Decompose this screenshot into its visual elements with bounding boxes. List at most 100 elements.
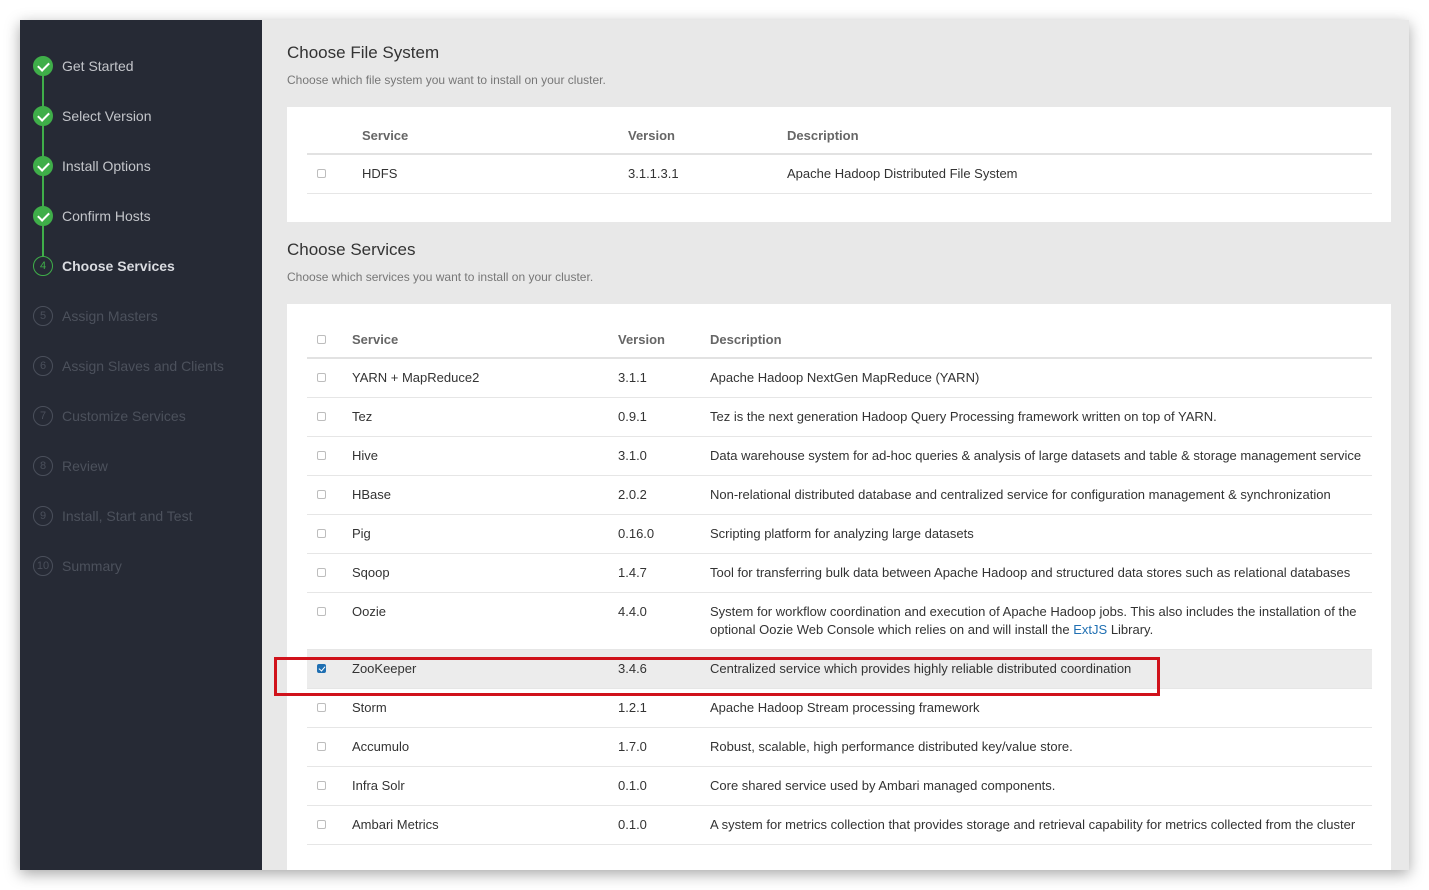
step-number-circle: 5 <box>33 306 53 326</box>
table-row[interactable]: Oozie 4.4.0 System for workflow coordinati… <box>307 592 1372 650</box>
table-row[interactable]: Accumulo 1.7.0 Robust, scalable, high perf… <box>307 727 1372 767</box>
service-description: A system for metrics collection that pro… <box>710 817 1356 832</box>
service-checkbox[interactable] <box>317 412 326 421</box>
column-service: Service <box>362 117 628 155</box>
wizard-step-assign-masters: 5 Assign Masters <box>20 301 158 331</box>
wizard-step-label: Install, Start and Test <box>62 508 193 524</box>
service-description: Tez is the next generation Hadoop Query … <box>710 409 1217 424</box>
service-version: 2.0.2 <box>618 487 647 502</box>
step-number-circle: 4 <box>33 256 53 276</box>
step-number-circle: 7 <box>33 406 53 426</box>
extjs-link[interactable]: ExtJS <box>1073 622 1107 637</box>
wizard-step-choose-services[interactable]: 4 Choose Services <box>20 251 175 281</box>
check-circle-icon <box>33 156 53 176</box>
step-number-circle: 6 <box>33 356 53 376</box>
service-checkbox[interactable] <box>317 742 326 751</box>
service-service: Accumulo <box>352 739 410 754</box>
service-description: Centralized service which provides highl… <box>710 661 1132 676</box>
service-version: 3.1.1.3.1 <box>628 166 679 181</box>
service-checkbox[interactable] <box>317 529 326 538</box>
service-description: Apache Hadoop Distributed File System <box>787 166 1018 181</box>
service-checkbox[interactable] <box>317 373 326 382</box>
service-description: Apache Hadoop NextGen MapReduce (YARN) <box>710 370 980 385</box>
select-all-checkbox[interactable] <box>317 334 326 344</box>
services-title: Choose Services <box>287 240 416 259</box>
service-version: 0.1.0 <box>618 778 647 793</box>
wizard-step-label: Install Options <box>62 158 151 174</box>
service-version: 0.1.0 <box>618 817 647 832</box>
file-system-table: Service Version Description HDFS 3.1.1.3.… <box>307 117 1372 194</box>
service-service: HDFS <box>362 166 398 181</box>
table-row[interactable]: YARN + MapReduce2 3.1.1 Apache Hadoop Next… <box>307 358 1372 398</box>
wizard-step-label: Summary <box>62 558 122 574</box>
service-service: Ambari Metrics <box>352 817 439 832</box>
service-description: Core shared service used by Ambari manag… <box>710 778 1056 793</box>
column-version: Version <box>628 117 787 155</box>
wizard-step-label: Review <box>62 458 108 474</box>
file-system-subtitle: Choose which file system you want to ins… <box>287 73 606 87</box>
table-row[interactable]: Infra Solr 0.1.0 Core shared service used … <box>307 766 1372 806</box>
table-row[interactable]: Ambari Metrics 0.1.0 A system for metrics … <box>307 805 1372 845</box>
step-number-circle: 9 <box>33 506 53 526</box>
check-circle-icon <box>33 106 53 126</box>
service-service: Hive <box>352 448 379 463</box>
wizard-step-label: Choose Services <box>62 258 175 274</box>
service-description: Robust, scalable, high performance distr… <box>710 739 1073 754</box>
service-checkbox[interactable] <box>317 820 326 829</box>
table-row[interactable]: HBase 2.0.2 Non-relational distributed dat… <box>307 475 1372 515</box>
service-description-suffix: Library. <box>1107 622 1154 637</box>
service-checkbox[interactable] <box>317 568 326 577</box>
table-row[interactable]: Storm 1.2.1 Apache Hadoop Stream processin… <box>307 688 1372 728</box>
table-row[interactable]: Sqoop 1.4.7 Tool for transferring bulk dat… <box>307 553 1372 593</box>
installer-window: Get Started Select Version Install Options… <box>20 20 1409 870</box>
service-service: Sqoop <box>352 565 390 580</box>
service-checkbox[interactable] <box>317 664 326 673</box>
service-checkbox[interactable] <box>317 490 326 499</box>
service-checkbox[interactable] <box>317 607 326 616</box>
service-checkbox[interactable] <box>317 451 326 460</box>
service-service: YARN + MapReduce2 <box>352 370 480 385</box>
service-checkbox[interactable] <box>317 169 326 178</box>
table-row[interactable]: HDFS 3.1.1.3.1 Apache Hadoop Distributed F… <box>307 154 1372 194</box>
main-content: Choose File System Choose which file sys… <box>262 20 1409 870</box>
service-description: System for workflow coordination and exe… <box>710 604 1357 637</box>
wizard-step-customize-services: 7 Customize Services <box>20 401 186 431</box>
column-service: Service <box>352 321 618 359</box>
table-row[interactable]: Tez 0.9.1 Tez is the next generation Hadoo… <box>307 397 1372 437</box>
services-subtitle: Choose which services you want to instal… <box>287 270 594 284</box>
wizard-step-label: Get Started <box>62 58 134 74</box>
wizard-step-install-start-and-test: 9 Install, Start and Test <box>20 501 192 531</box>
wizard-step-select-version[interactable]: Select Version <box>20 101 152 131</box>
service-service: HBase <box>352 487 392 502</box>
service-checkbox[interactable] <box>317 781 326 790</box>
service-service: ZooKeeper <box>352 661 417 676</box>
service-description: Non-relational distributed database and … <box>710 487 1331 502</box>
service-version: 0.9.1 <box>618 409 647 424</box>
service-version: 0.16.0 <box>618 526 655 541</box>
wizard-step-assign-slaves-and-clients: 6 Assign Slaves and Clients <box>20 351 224 381</box>
wizard-step-review: 8 Review <box>20 451 108 481</box>
service-version: 1.4.7 <box>618 565 647 580</box>
service-version: 1.2.1 <box>618 700 647 715</box>
table-row[interactable]: Pig 0.16.0 Scripting platform for analyzin… <box>307 514 1372 554</box>
wizard-step-label: Select Version <box>62 108 152 124</box>
service-service: Pig <box>352 526 371 541</box>
service-description: Tool for transferring bulk data between … <box>710 565 1351 580</box>
wizard-step-label: Customize Services <box>62 408 186 424</box>
table-row[interactable]: Hive 3.1.0 Data warehouse system for ad-ho… <box>307 436 1372 476</box>
service-version: 3.1.1 <box>618 370 647 385</box>
wizard-step-install-options[interactable]: Install Options <box>20 151 151 181</box>
wizard-step-confirm-hosts[interactable]: Confirm Hosts <box>20 201 151 231</box>
step-number-circle: 10 <box>33 556 53 576</box>
services-card: Service Version Description YARN + MapRe… <box>287 304 1391 870</box>
service-description: Data warehouse system for ad-hoc queries… <box>710 448 1362 463</box>
wizard-step-get-started[interactable]: Get Started <box>20 51 134 81</box>
service-version: 1.7.0 <box>618 739 647 754</box>
check-circle-icon <box>33 56 53 76</box>
service-checkbox[interactable] <box>317 703 326 712</box>
service-service: Tez <box>352 409 373 424</box>
service-description: Scripting platform for analyzing large d… <box>710 526 974 541</box>
table-row[interactable]: ZooKeeper 3.4.6 Centralized service which … <box>307 649 1372 689</box>
table-header-row: Service Version Description <box>307 117 1372 155</box>
column-version: Version <box>618 321 710 359</box>
